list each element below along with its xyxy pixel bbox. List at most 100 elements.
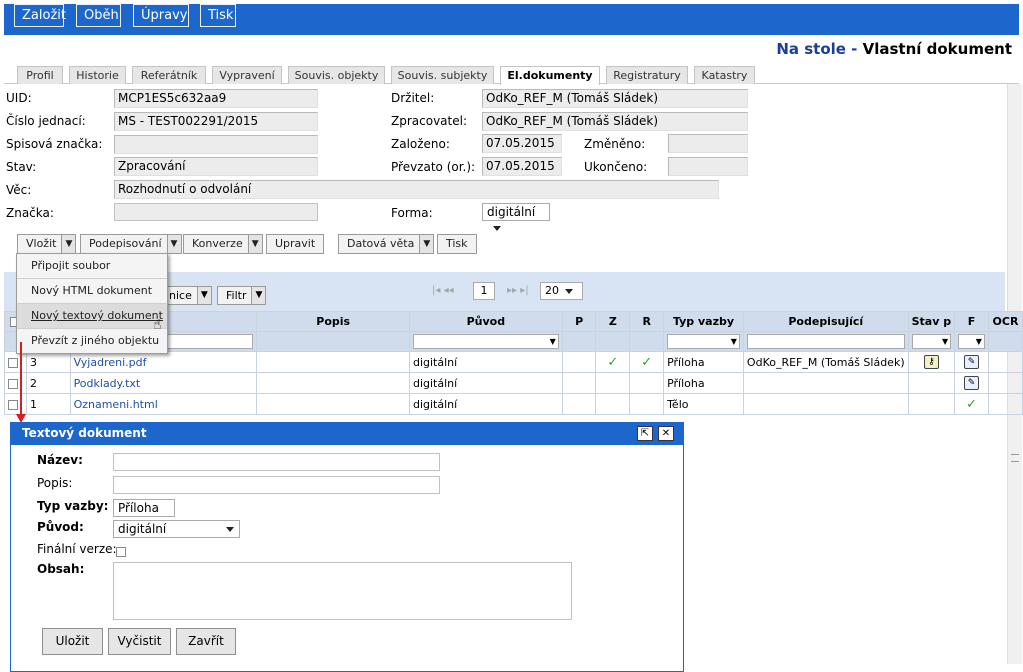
close-icon[interactable]: ✕ xyxy=(658,426,674,441)
edit-icon[interactable]: ✎ xyxy=(964,355,980,369)
zmeneno-field xyxy=(668,134,748,153)
zmeneno-label: Změněno: xyxy=(584,137,646,151)
filter-cell xyxy=(561,331,597,352)
dialog-nazev-input[interactable] xyxy=(113,453,440,471)
edit-icon[interactable]: ✎ xyxy=(964,376,980,390)
menu-item-pripojit-soubor[interactable]: Připojit soubor xyxy=(17,254,167,279)
double-chevron-down-icon[interactable]: ▼ xyxy=(196,287,211,304)
upravy-button[interactable]: Úpravy xyxy=(133,4,189,27)
konverze-button[interactable]: Konverze ▼ xyxy=(183,234,263,254)
row-popis xyxy=(256,351,410,373)
dialog-popis-input[interactable] xyxy=(113,476,440,494)
row-puvod: digitální xyxy=(408,372,563,394)
stav-field: Zpracování xyxy=(114,157,318,176)
row-select-cell[interactable] xyxy=(4,351,27,373)
tab-el-dokumenty[interactable]: El.dokumenty xyxy=(500,66,600,85)
forma-select[interactable]: digitální xyxy=(482,203,550,231)
column-header-popis[interactable]: Popis xyxy=(256,311,410,332)
column-header-podepisujici[interactable]: Podepisující xyxy=(742,311,909,332)
row-puvod: digitální xyxy=(408,351,563,373)
menu-item-prevzit-z-jineho-objektu[interactable]: Převzít z jiného objektu xyxy=(17,329,167,354)
row-p xyxy=(561,372,597,394)
dialog-vycistit-button[interactable]: Vyčistit xyxy=(108,628,171,655)
dialog-ulozit-button[interactable]: Uložit xyxy=(42,628,103,655)
datova-veta-button[interactable]: Datová věta ▼ xyxy=(338,234,435,254)
page-size-value: 20 xyxy=(545,284,559,297)
chevron-down-icon xyxy=(226,527,235,532)
row-select-cell[interactable] xyxy=(4,393,27,415)
dialog-puvod-label: Původ: xyxy=(37,520,84,534)
dialog-typ-vazby-value: Příloha xyxy=(118,501,159,515)
tab-registratury[interactable]: Registratury xyxy=(606,66,688,84)
column-header-z[interactable]: Z xyxy=(595,311,631,332)
checkbox-box[interactable] xyxy=(116,546,126,557)
dialog-zavrit-button[interactable]: Zavřít xyxy=(176,628,236,655)
column-header-ocr[interactable]: OCR xyxy=(987,311,1023,332)
vlozit-button[interactable]: Vložit ▼ xyxy=(17,234,77,254)
filter-f-select[interactable]: ▼ xyxy=(958,334,985,349)
double-chevron-down-icon[interactable]: ▼ xyxy=(419,235,434,253)
column-header-r[interactable]: R xyxy=(629,311,665,332)
column-header-f[interactable]: F xyxy=(954,311,989,332)
obeh-button[interactable]: Oběh xyxy=(76,4,121,27)
tab-profil[interactable]: Profil xyxy=(17,66,63,84)
row-checkbox[interactable] xyxy=(8,399,18,410)
row-popis xyxy=(256,393,410,415)
double-chevron-down-icon[interactable]: ▼ xyxy=(251,287,266,304)
tab-souvis-subjekty[interactable]: Souvis. subjekty xyxy=(391,66,494,84)
filter-cell xyxy=(987,331,1023,352)
filter-stav-select[interactable]: ▼ xyxy=(911,334,952,349)
tab-katastry[interactable]: Katastry xyxy=(694,66,755,84)
tab-souvis-objekty[interactable]: Souvis. objekty xyxy=(288,66,385,84)
menu-item-novy-html-dokument[interactable]: Nový HTML dokument xyxy=(17,279,167,304)
tab-referatnik[interactable]: Referátník xyxy=(132,66,206,84)
row-podepisujici xyxy=(742,393,909,415)
znacka-field[interactable] xyxy=(114,203,318,221)
double-chevron-down-icon[interactable]: ▼ xyxy=(166,235,181,253)
ukonceno-field xyxy=(668,157,748,176)
column-header-p[interactable]: P xyxy=(561,311,597,332)
key-icon[interactable]: ⚷ xyxy=(923,355,939,369)
column-header-stav-p[interactable]: Stav p xyxy=(907,311,956,332)
menu-item-novy-textovy-dokument[interactable]: Nový textový dokument xyxy=(17,304,167,329)
row-r xyxy=(629,393,665,415)
dialog-finalni-verze-checkbox[interactable] xyxy=(116,544,126,558)
page-title-main: Vlastní dokument xyxy=(862,40,1012,58)
dialog-puvod-select[interactable]: digitální xyxy=(113,520,240,538)
upravit-button[interactable]: Upravit xyxy=(266,234,325,254)
filter-typ-vazby-select[interactable]: ▼ xyxy=(667,334,740,349)
filtr-button[interactable]: Filtr ▼ xyxy=(217,286,267,305)
tab-vypraveni[interactable]: Vypravení xyxy=(212,66,282,84)
double-chevron-down-icon[interactable]: ▼ xyxy=(61,235,76,253)
double-chevron-down-icon[interactable]: ▼ xyxy=(247,235,262,253)
table-row[interactable]: 3 Vyjadreni.pdf digitální ✓ ✓ Příloha Od… xyxy=(4,351,1023,373)
row-f: ✎ xyxy=(954,351,989,373)
row-nazev-link[interactable]: Vyjadreni.pdf xyxy=(69,351,258,373)
podepisovani-button[interactable]: Podepisování ▼ xyxy=(80,234,182,254)
page-number-input[interactable]: 1 xyxy=(473,282,495,300)
zpracovatel-field: OdKo_REF_M (Tomáš Sládek) xyxy=(482,112,748,131)
page-size-select[interactable]: 20 xyxy=(540,282,583,300)
column-header-typ-vazby[interactable]: Typ vazby xyxy=(663,311,744,332)
filter-podepisujici-input[interactable] xyxy=(746,334,905,349)
table-row[interactable]: 2 Podklady.txt digitální Příloha ✎ xyxy=(4,372,1023,394)
row-z xyxy=(595,372,631,394)
zalozit-button[interactable]: Založit xyxy=(14,4,66,27)
table-row[interactable]: 1 Oznameni.html digitální Tělo ✓ xyxy=(4,393,1023,415)
row-checkbox[interactable] xyxy=(8,378,18,389)
row-select-cell[interactable] xyxy=(4,372,27,394)
tisk-action-button[interactable]: Tisk xyxy=(437,234,477,254)
popout-icon[interactable]: ⇱ xyxy=(637,426,653,441)
row-z xyxy=(595,393,631,415)
tisk-button[interactable]: Tisk xyxy=(200,4,236,27)
pager-first-prev-icon[interactable]: |◂ ◂◂ xyxy=(432,283,454,299)
filter-puvod-select[interactable]: ▼ xyxy=(412,334,559,349)
tab-historie[interactable]: Historie xyxy=(69,66,126,84)
row-nazev-link[interactable]: Oznameni.html xyxy=(69,393,258,415)
row-nazev-link[interactable]: Podklady.txt xyxy=(69,372,258,394)
column-header-puvod[interactable]: Původ xyxy=(408,311,563,332)
dialog-typ-vazby-select[interactable]: Příloha xyxy=(113,499,175,527)
row-checkbox[interactable] xyxy=(8,357,18,368)
dialog-obsah-textarea[interactable] xyxy=(113,562,572,620)
pager-next-last-icon[interactable]: ▸▸ ▸| xyxy=(507,283,529,299)
